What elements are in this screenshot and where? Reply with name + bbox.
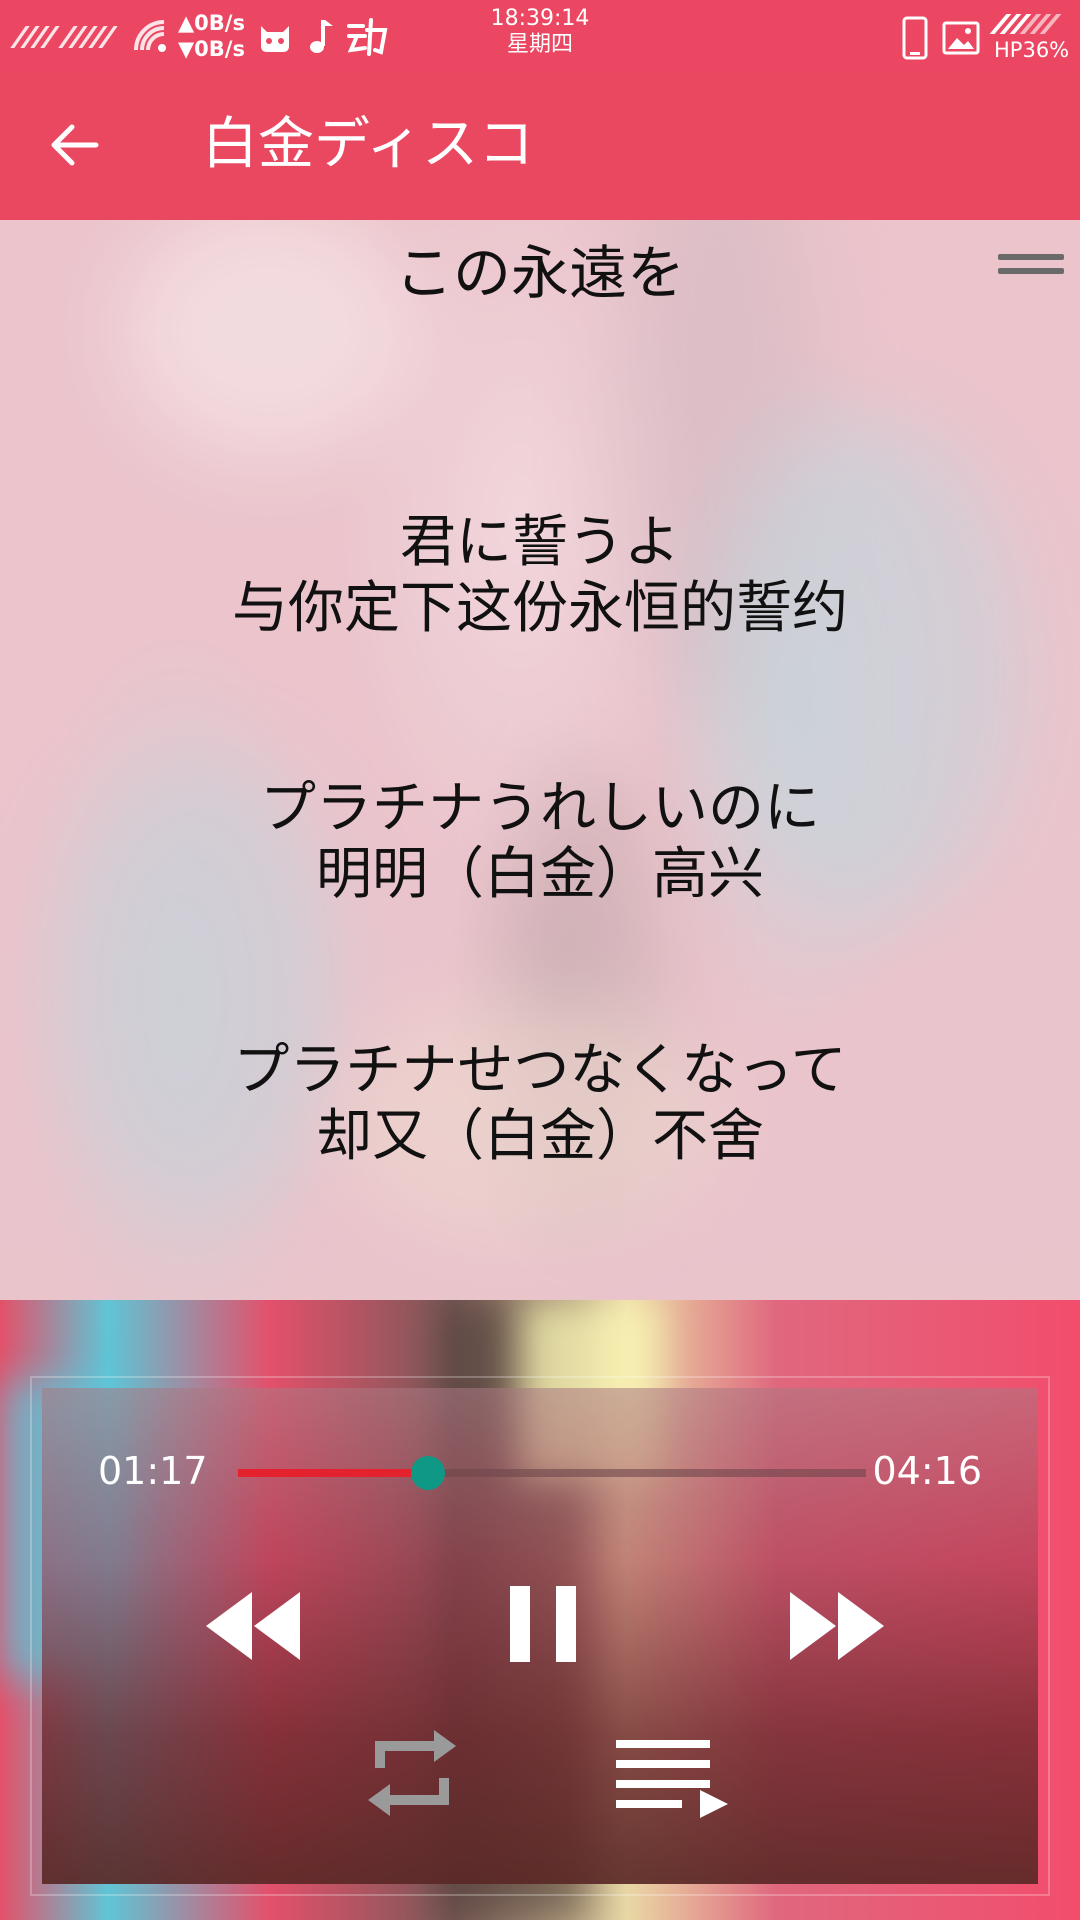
status-bar: ▲0B/s ▼0B/s 18:39:14 星期四 HP36% — [0, 0, 1080, 72]
lyric-block: プラチナせつなくなって 却又（白金）不舍 — [0, 1038, 1080, 1170]
lyric-block: 君に誓うよ 与你定下这份永恒的誓约 — [0, 510, 1080, 642]
status-time: 18:39:14 — [490, 6, 590, 31]
back-arrow-icon[interactable] — [44, 112, 110, 178]
playlist-icon — [616, 1740, 728, 1818]
drag-handle-icon[interactable] — [998, 254, 1064, 284]
lyrics-panel[interactable]: この永遠を 君に誓うよ 与你定下这份永恒的誓约 プラチナうれしいのに 明明（白金… — [0, 220, 1080, 1300]
repeat-button[interactable] — [360, 1718, 464, 1828]
seek-progress — [238, 1469, 428, 1477]
seek-thumb[interactable] — [410, 1456, 445, 1490]
image-icon — [942, 21, 980, 55]
signal-icon — [989, 14, 1066, 34]
wifi-icon — [134, 20, 166, 52]
download-speed: ▼0B/s — [178, 37, 245, 61]
lyric-translation: 明明（白金）高兴 — [316, 842, 764, 907]
pause-button[interactable] — [508, 1584, 578, 1664]
lyric-original: プラチナうれしいのに — [260, 776, 820, 841]
status-clock: 18:39:14 星期四 — [440, 6, 640, 58]
lyric-original: プラチナせつなくなって — [233, 1038, 847, 1103]
status-weekday: 星期四 — [506, 32, 573, 57]
playlist-button[interactable] — [616, 1738, 732, 1818]
previous-button[interactable] — [202, 1586, 304, 1666]
app-toolbar: 白金ディスコ — [0, 72, 1080, 220]
next-button[interactable] — [786, 1586, 888, 1666]
lyric-original: 君に誓うよ — [400, 510, 680, 575]
seek-bar[interactable] — [238, 1456, 866, 1490]
rewind-icon — [206, 1592, 300, 1660]
fast-forward-icon — [790, 1592, 884, 1660]
upload-speed: ▲0B/s — [178, 11, 245, 35]
phone-icon — [902, 16, 928, 60]
battery-level: HP36% — [994, 38, 1070, 62]
signal-icon — [10, 26, 122, 48]
lyric-translation: 却又（白金）不舍 — [316, 1104, 764, 1169]
current-time: 01:17 — [98, 1449, 208, 1493]
current-lyric-line: この永遠を — [394, 239, 685, 307]
lyric-translation: 与你定下这份永恒的誓约 — [232, 576, 848, 641]
network-speed: ▲0B/s ▼0B/s — [178, 10, 245, 62]
player-controls: 01:17 04:16 — [30, 1376, 1050, 1896]
dong-app-icon — [346, 18, 388, 56]
music-note-icon — [309, 20, 333, 53]
repeat-icon — [368, 1730, 456, 1816]
song-title: 白金ディスコ — [202, 112, 535, 177]
total-time: 04:16 — [872, 1449, 982, 1493]
pause-icon — [510, 1586, 576, 1662]
cat-app-icon — [260, 26, 289, 52]
lyric-block: プラチナうれしいのに 明明（白金）高兴 — [0, 776, 1080, 908]
